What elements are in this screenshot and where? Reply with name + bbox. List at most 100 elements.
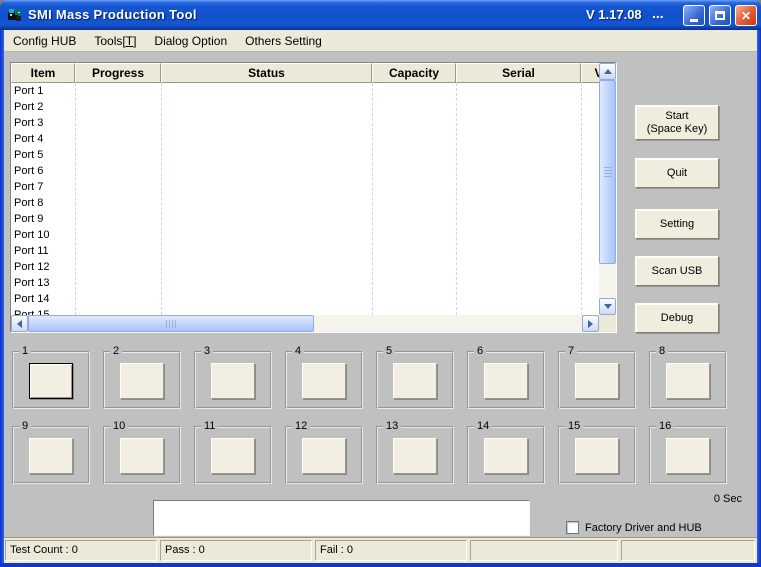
minimize-icon	[690, 19, 698, 22]
port-slot-button-8[interactable]	[666, 363, 710, 399]
port-slot-button-14[interactable]	[484, 438, 528, 474]
close-icon: ✕	[741, 10, 751, 22]
port-slot-5: 5	[376, 351, 454, 409]
scroll-up-button[interactable]	[599, 63, 616, 80]
setting-button[interactable]: Setting	[635, 209, 719, 239]
port-listview: Item Progress Status Capacity Serial V P…	[10, 62, 617, 333]
maximize-button[interactable]	[709, 5, 731, 26]
port-slot-button-7[interactable]	[575, 363, 619, 399]
status-empty-panel	[621, 540, 755, 561]
port-grid-row-1: 1 2 3 4 5 6 7 8	[12, 351, 727, 409]
quit-button[interactable]: Quit	[635, 158, 719, 188]
table-row[interactable]: Port 1	[11, 83, 599, 99]
start-button[interactable]: Start (Space Key)	[635, 105, 719, 140]
port-slot-button-16[interactable]	[666, 438, 710, 474]
table-row[interactable]: Port 5	[11, 147, 599, 163]
table-row[interactable]: Port 13	[11, 275, 599, 291]
horizontal-scrollbar[interactable]	[11, 315, 599, 332]
table-row[interactable]: Port 6	[11, 163, 599, 179]
column-header-item[interactable]: Item	[11, 63, 75, 83]
menu-label: Others Setting	[245, 34, 322, 48]
port-slot-button-10[interactable]	[120, 438, 164, 474]
port-slot-button-9[interactable]	[29, 438, 73, 474]
port-slot-label: 10	[110, 420, 128, 432]
port-slot-button-11[interactable]	[211, 438, 255, 474]
port-slot-13: 13	[376, 426, 454, 484]
client-area: Config HUB Tools[T] Dialog Option Others…	[4, 30, 757, 563]
listview-body: Port 1 Port 2 Port 3 Port 4 Port 5 Port …	[11, 83, 599, 315]
window-title: SMI Mass Production Tool	[28, 7, 197, 22]
port-grid-row-2: 9 10 11 12 13 14 15 16	[12, 426, 727, 484]
table-row[interactable]: Port 2	[11, 99, 599, 115]
table-row[interactable]: Port 12	[11, 259, 599, 275]
vertical-scrollbar[interactable]	[599, 63, 616, 315]
menu-tools[interactable]: Tools[T]	[85, 32, 145, 50]
port-slot-button-5[interactable]	[393, 363, 437, 399]
close-button[interactable]: ✕	[735, 5, 757, 26]
vertical-scroll-thumb[interactable]	[599, 80, 616, 264]
port-slot-button-3[interactable]	[211, 363, 255, 399]
menu-label: Config HUB	[13, 34, 76, 48]
table-row[interactable]: Port 14	[11, 291, 599, 307]
factory-driver-checkbox[interactable]	[566, 521, 579, 534]
table-row[interactable]: Port 10	[11, 227, 599, 243]
scan-usb-button[interactable]: Scan USB	[635, 256, 719, 286]
arrow-right-icon	[588, 320, 593, 328]
menu-dialog-option[interactable]: Dialog Option	[145, 32, 236, 50]
table-row[interactable]: Port 7	[11, 179, 599, 195]
port-slot-label: 3	[201, 345, 213, 357]
minimize-button[interactable]	[683, 5, 705, 26]
column-gridline	[581, 83, 582, 315]
table-row[interactable]: Port 3	[11, 115, 599, 131]
port-slot-8: 8	[649, 351, 727, 409]
scroll-left-button[interactable]	[11, 315, 28, 332]
status-pass: Pass : 0	[160, 540, 312, 561]
port-slot-14: 14	[467, 426, 545, 484]
menu-config-hub[interactable]: Config HUB	[4, 32, 85, 50]
port-slot-button-15[interactable]	[575, 438, 619, 474]
table-row[interactable]: Port 8	[11, 195, 599, 211]
table-row[interactable]: Port 4	[11, 131, 599, 147]
port-slot-button-1[interactable]	[29, 363, 73, 399]
column-header-progress[interactable]: Progress	[75, 63, 161, 83]
column-header-status[interactable]: Status	[161, 63, 372, 83]
table-row[interactable]: Port 15	[11, 307, 599, 315]
status-test-count: Test Count : 0	[5, 540, 157, 561]
setting-button-label: Setting	[660, 218, 694, 231]
port-slot-label: 5	[383, 345, 395, 357]
column-header-serial[interactable]: Serial	[456, 63, 581, 83]
app-window: SMI Mass Production Tool V 1.17.08 ... ✕…	[0, 0, 761, 567]
debug-button[interactable]: Debug	[635, 303, 719, 333]
port-slot-label: 14	[474, 420, 492, 432]
port-slot-button-13[interactable]	[393, 438, 437, 474]
message-box[interactable]	[153, 500, 530, 536]
port-slot-1: 1	[12, 351, 90, 409]
table-row[interactable]: Port 11	[11, 243, 599, 259]
port-slot-button-6[interactable]	[484, 363, 528, 399]
column-header-capacity[interactable]: Capacity	[372, 63, 456, 83]
status-fail: Fail : 0	[315, 540, 467, 561]
port-slot-label: 9	[19, 420, 31, 432]
arrow-left-icon	[17, 320, 22, 328]
titlebar-dots: ...	[652, 5, 664, 21]
scroll-grip-icon	[604, 167, 612, 178]
port-slot-6: 6	[467, 351, 545, 409]
column-gridline	[372, 83, 373, 315]
quit-button-label: Quit	[667, 167, 687, 180]
arrow-up-icon	[604, 69, 612, 74]
menu-others-setting[interactable]: Others Setting	[236, 32, 331, 50]
port-slot-label: 11	[201, 420, 218, 432]
maximize-icon	[715, 11, 725, 20]
table-row[interactable]: Port 9	[11, 211, 599, 227]
version-label: V 1.17.08	[586, 7, 642, 22]
menu-label-key: T	[126, 34, 133, 48]
port-slot-label: 6	[474, 345, 486, 357]
scroll-down-button[interactable]	[599, 298, 616, 315]
horizontal-scroll-thumb[interactable]	[28, 315, 314, 332]
port-slot-button-4[interactable]	[302, 363, 346, 399]
port-slot-button-2[interactable]	[120, 363, 164, 399]
scroll-right-button[interactable]	[582, 315, 599, 332]
port-slot-button-12[interactable]	[302, 438, 346, 474]
factory-driver-checkbox-row: Factory Driver and HUB	[566, 521, 702, 534]
window-border-bottom	[0, 563, 761, 567]
